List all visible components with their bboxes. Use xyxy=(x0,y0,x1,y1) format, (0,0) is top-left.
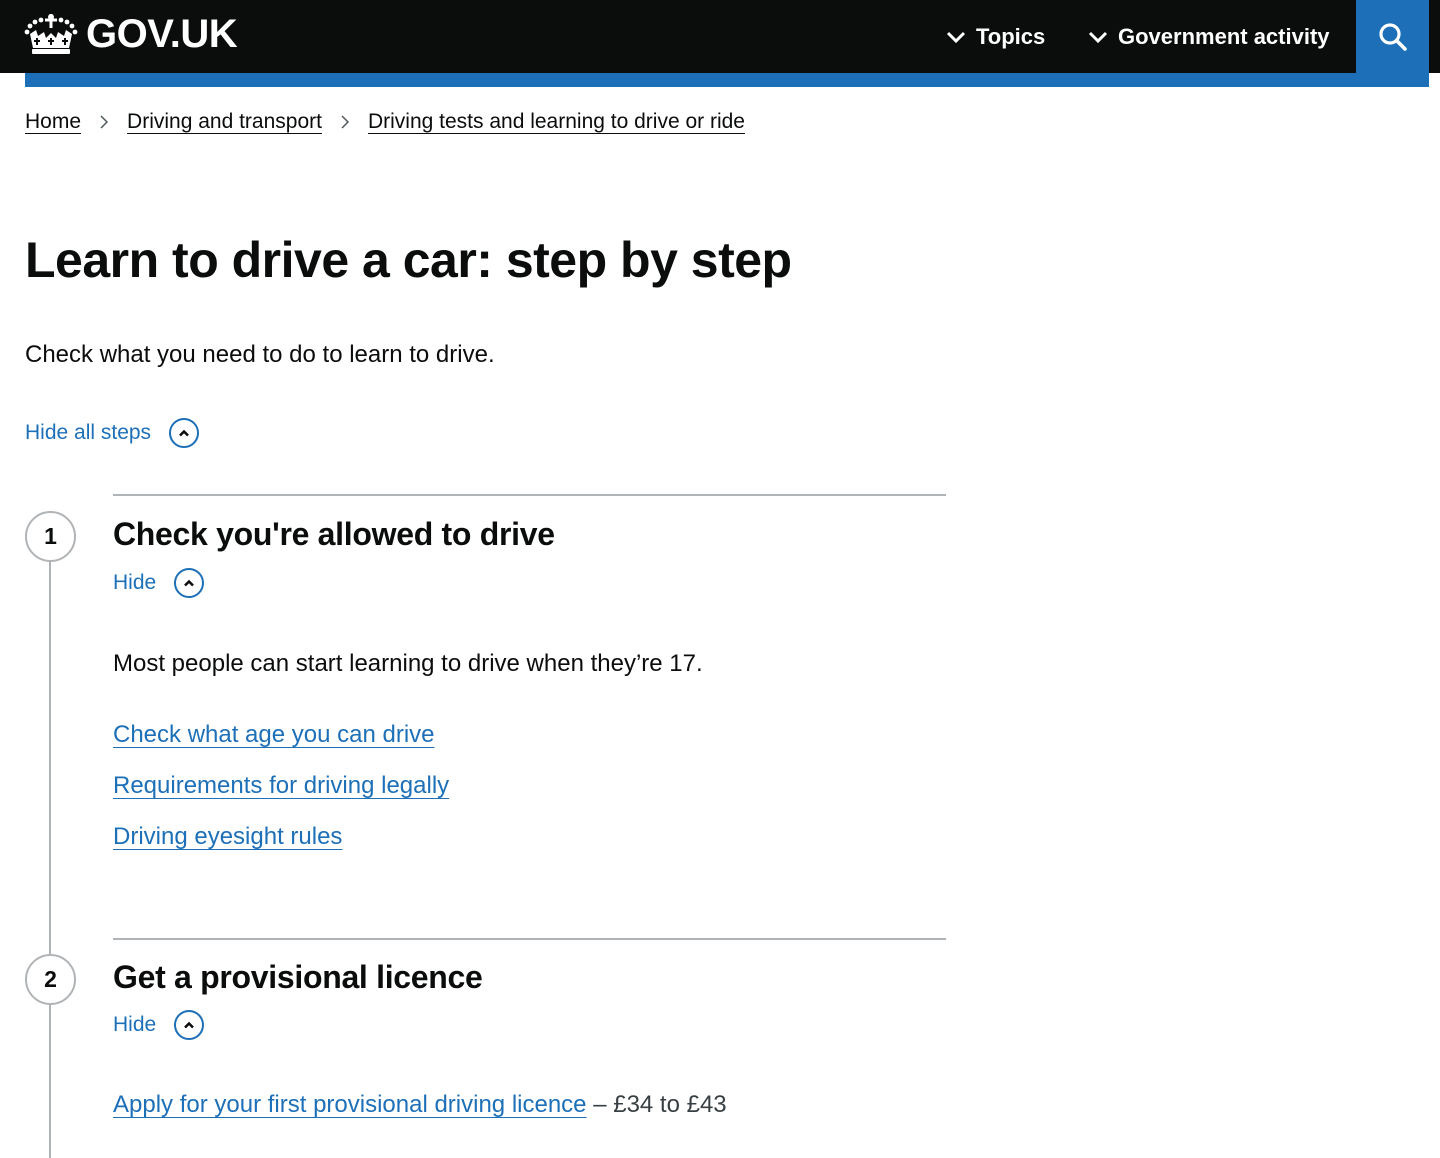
step-divider xyxy=(113,494,946,496)
chevron-down-icon xyxy=(946,31,966,43)
step-link-requirements[interactable]: Requirements for driving legally xyxy=(113,770,449,801)
chevron-up-circle-icon xyxy=(174,1010,205,1040)
logo-text: GOV.UK xyxy=(86,12,238,56)
step-link-eyesight[interactable]: Driving eyesight rules xyxy=(113,821,342,852)
chevron-right-icon xyxy=(341,115,350,129)
nav-government-activity-label: Government activity xyxy=(1118,23,1330,49)
breadcrumb-home[interactable]: Home xyxy=(25,110,81,134)
step-link-check-age[interactable]: Check what age you can drive xyxy=(113,719,435,750)
hide-all-steps-button[interactable]: Hide all steps xyxy=(25,418,200,448)
hide-all-steps-label: Hide all steps xyxy=(25,421,152,444)
page-title: Learn to drive a car: step by step xyxy=(25,232,792,288)
step-title[interactable]: Get a provisional licence xyxy=(113,958,483,996)
step-divider xyxy=(113,938,946,940)
chevron-up-circle-icon xyxy=(174,568,205,598)
search-icon xyxy=(1378,22,1407,51)
step-title[interactable]: Check you're allowed to drive xyxy=(113,515,555,553)
crown-icon xyxy=(24,14,78,54)
nav-topics[interactable]: Topics xyxy=(946,0,1045,73)
step-link-apply-provisional[interactable]: Apply for your first provisional driving… xyxy=(113,1091,587,1118)
step-hide-label: Hide xyxy=(113,571,157,594)
timeline-line xyxy=(49,560,51,956)
govuk-logo-link[interactable]: GOV.UK xyxy=(24,12,238,56)
breadcrumb-driving-tests[interactable]: Driving tests and learning to drive or r… xyxy=(368,110,745,134)
timeline-line xyxy=(49,1004,51,1158)
page-lede: Check what you need to do to learn to dr… xyxy=(25,341,495,368)
chevron-down-icon xyxy=(1088,31,1108,43)
chevron-right-icon xyxy=(100,115,109,129)
step-hide-toggle[interactable]: Hide xyxy=(113,568,205,598)
breadcrumb-driving-and-transport[interactable]: Driving and transport xyxy=(127,110,322,134)
step-text: Most people can start learning to drive … xyxy=(113,650,703,677)
chevron-up-circle-icon xyxy=(169,418,200,448)
step-number: 2 xyxy=(25,954,76,1005)
site-header: GOV.UK Topics Government activity xyxy=(0,0,1440,73)
step-hide-toggle[interactable]: Hide xyxy=(113,1010,205,1040)
nav-government-activity[interactable]: Government activity xyxy=(1088,0,1330,73)
step-hide-label: Hide xyxy=(113,1013,157,1036)
step-link-cost: – £34 to £43 xyxy=(586,1091,727,1118)
nav-topics-label: Topics xyxy=(976,23,1046,49)
step-link-row: Apply for your first provisional driving… xyxy=(113,1089,727,1120)
breadcrumb: Home Driving and transport Driving tests… xyxy=(25,110,745,134)
header-blue-bar xyxy=(25,73,1429,87)
step-number: 1 xyxy=(25,511,76,562)
search-button[interactable] xyxy=(1356,0,1429,73)
